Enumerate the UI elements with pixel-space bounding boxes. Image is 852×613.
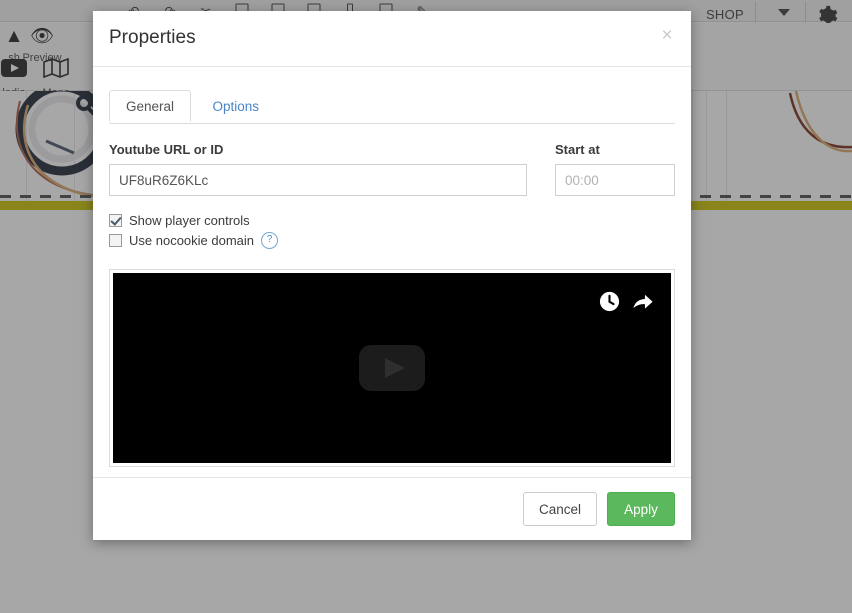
field-row: Youtube URL or ID Start at xyxy=(109,142,675,196)
play-button-icon[interactable] xyxy=(359,345,425,391)
page-title: Properties xyxy=(109,27,196,48)
dialog-footer: Cancel Apply xyxy=(93,477,691,540)
tab-bar: General Options xyxy=(109,90,675,124)
dialog-body: General Options Youtube URL or ID Start … xyxy=(93,90,691,467)
use-nocookie-domain-checkbox[interactable] xyxy=(109,233,122,247)
close-icon[interactable]: × xyxy=(656,25,678,47)
youtube-url-label: Youtube URL or ID xyxy=(109,142,224,157)
share-arrow-icon[interactable] xyxy=(631,290,655,313)
clock-icon[interactable] xyxy=(598,290,621,313)
youtube-url-field-group: Youtube URL or ID xyxy=(109,142,527,196)
show-player-controls-checkbox[interactable] xyxy=(109,213,122,227)
video-preview-container xyxy=(109,269,675,467)
checkbox-group: Show player controls Use nocookie domain… xyxy=(109,210,675,250)
dialog-header: Properties × xyxy=(93,11,691,67)
show-player-controls-label: Show player controls xyxy=(129,212,250,228)
help-icon[interactable]: ? xyxy=(261,231,279,249)
apply-button[interactable]: Apply xyxy=(607,492,675,526)
tab-general[interactable]: General xyxy=(109,90,192,122)
start-at-label: Start at xyxy=(555,142,600,157)
use-nocookie-domain-row: Use nocookie domain ? xyxy=(109,230,675,250)
properties-dialog: Properties × General Options Youtube URL… xyxy=(93,11,691,540)
tab-options[interactable]: Options xyxy=(195,90,276,122)
use-nocookie-domain-label: Use nocookie domain xyxy=(129,232,255,248)
youtube-player[interactable] xyxy=(113,273,671,463)
show-player-controls-row: Show player controls xyxy=(109,210,675,230)
youtube-url-input[interactable] xyxy=(109,164,527,196)
start-at-field-group: Start at xyxy=(555,142,675,196)
start-at-input[interactable] xyxy=(555,164,675,196)
cancel-button[interactable]: Cancel xyxy=(522,492,597,526)
